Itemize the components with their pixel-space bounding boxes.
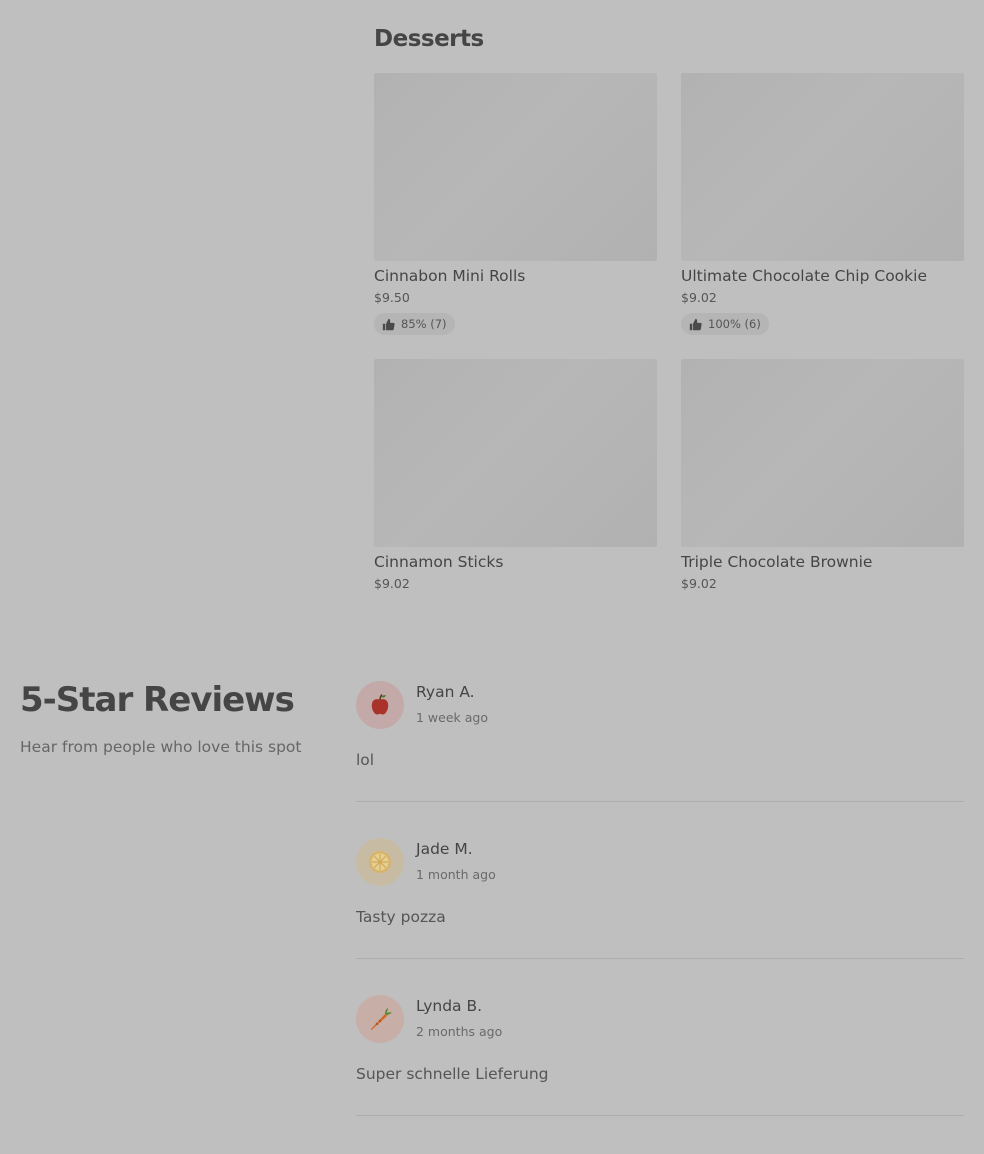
menu-item-image[interactable] <box>681 359 964 547</box>
review-time: 2 months ago <box>416 1024 503 1039</box>
divider <box>356 1115 964 1116</box>
review-text: Tasty pozza <box>356 908 446 926</box>
menu-item-price: $9.02 <box>681 576 717 591</box>
reviewer-name: Lynda B. <box>416 997 483 1015</box>
review-time: 1 month ago <box>416 867 496 882</box>
avatar <box>356 838 404 886</box>
divider <box>356 801 964 802</box>
review-text: Super schnelle Lieferung <box>356 1065 549 1083</box>
reviews-section-title: 5-Star Reviews <box>20 680 295 720</box>
menu-item-price: $9.50 <box>374 290 410 305</box>
menu-item-card[interactable]: Ultimate Chocolate Chip Cookie $9.02 100… <box>681 73 964 335</box>
review-text: lol <box>356 751 375 769</box>
rating-badge: 85% (7) <box>374 313 455 335</box>
reviewer-name: Jade M. <box>416 840 473 858</box>
menu-item-card[interactable]: Triple Chocolate Brownie $9.02 <box>681 359 964 591</box>
thumbs-up-icon <box>382 318 395 330</box>
rating-text: 85% (7) <box>401 317 447 331</box>
desserts-section-title: Desserts <box>374 26 484 52</box>
menu-item-image[interactable] <box>374 359 657 547</box>
rating-text: 100% (6) <box>708 317 761 331</box>
carrot-icon <box>370 1008 392 1031</box>
menu-item-image[interactable] <box>374 73 657 261</box>
lemon-icon <box>369 851 391 873</box>
review-time: 1 week ago <box>416 710 488 725</box>
apple-icon <box>371 693 389 715</box>
menu-item-image[interactable] <box>681 73 964 261</box>
reviews-subtitle: Hear from people who love this spot <box>20 738 302 756</box>
menu-item-name: Cinnamon Sticks <box>374 553 504 571</box>
menu-item-price: $9.02 <box>374 576 410 591</box>
menu-item-name: Triple Chocolate Brownie <box>681 553 873 571</box>
menu-item-price: $9.02 <box>681 290 717 305</box>
rating-badge: 100% (6) <box>681 313 769 335</box>
divider <box>356 958 964 959</box>
thumbs-up-icon <box>689 318 702 330</box>
menu-item-name: Ultimate Chocolate Chip Cookie <box>681 267 927 285</box>
menu-item-card[interactable]: Cinnamon Sticks $9.02 <box>374 359 657 591</box>
reviewer-name: Ryan A. <box>416 683 475 701</box>
avatar <box>356 995 404 1043</box>
menu-item-card[interactable]: Cinnabon Mini Rolls $9.50 85% (7) <box>374 73 657 335</box>
avatar <box>356 681 404 729</box>
menu-item-name: Cinnabon Mini Rolls <box>374 267 526 285</box>
